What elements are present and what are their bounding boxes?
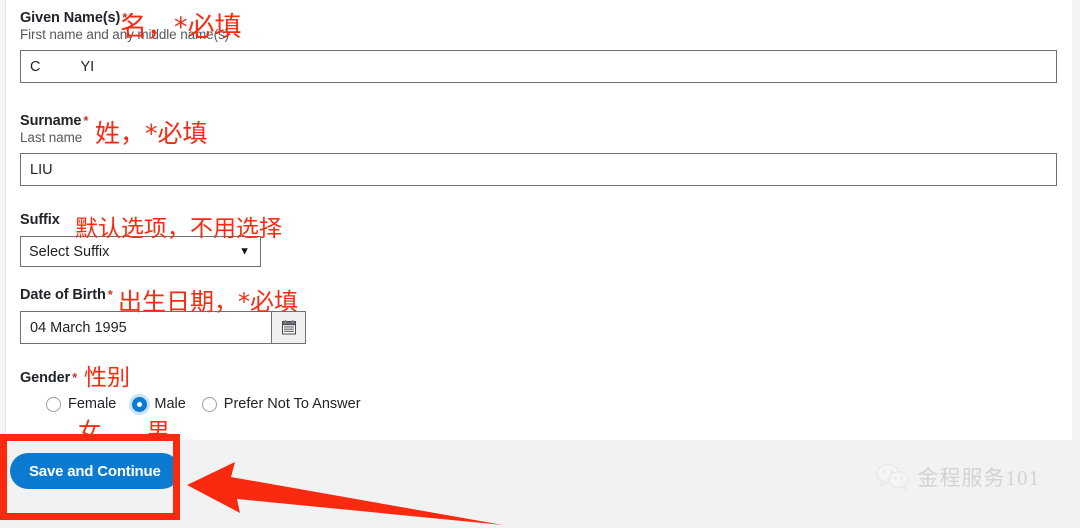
field-suffix: Suffix Select Suffix ▼: [20, 212, 261, 267]
gender-option-male[interactable]: Male: [132, 396, 186, 412]
surname-label-row: Surname *: [20, 113, 1057, 129]
given-name-label-row: Given Name(s) *: [20, 10, 1057, 26]
suffix-select-value: Select Suffix: [29, 243, 110, 260]
suffix-select[interactable]: Select Suffix ▼: [20, 236, 261, 267]
dob-label: Date of Birth: [20, 287, 106, 303]
form-page: Given Name(s) * First name and any middl…: [0, 0, 1080, 528]
radio-checked-icon: [132, 396, 148, 412]
watermark: 金程服务101: [875, 462, 1041, 492]
dob-required-star: *: [107, 287, 113, 302]
watermark-text: 金程服务101: [917, 466, 1040, 490]
form-area: Given Name(s) * First name and any middl…: [6, 0, 1072, 440]
gender-option-female[interactable]: Female: [46, 396, 116, 412]
surname-input[interactable]: [20, 153, 1057, 186]
suffix-label: Suffix: [20, 212, 60, 228]
gender-option-prefer-label: Prefer Not To Answer: [223, 396, 361, 412]
field-given-name: Given Name(s) * First name and any middl…: [20, 10, 1057, 83]
dob-label-row: Date of Birth *: [20, 287, 306, 303]
gender-label-row: Gender *: [20, 370, 377, 386]
save-and-continue-button[interactable]: Save and Continue: [10, 453, 180, 489]
given-name-label: Given Name(s): [20, 10, 121, 26]
calendar-picker-button[interactable]: [272, 311, 306, 344]
field-date-of-birth: Date of Birth *: [20, 287, 306, 344]
gender-label: Gender: [20, 370, 71, 386]
gender-option-female-label: Female: [68, 396, 117, 412]
suffix-label-row: Suffix: [20, 212, 261, 228]
given-name-sublabel: First name and any middle name(s): [20, 27, 230, 42]
chevron-down-icon: ▼: [239, 245, 250, 257]
given-name-required-star: *: [122, 10, 128, 25]
right-gutter: [1071, 0, 1080, 440]
surname-sublabel: Last name: [20, 130, 83, 145]
radio-unchecked-icon: [201, 396, 217, 412]
surname-required-star: *: [83, 113, 89, 128]
gender-option-male-label: Male: [154, 396, 186, 412]
gender-required-star: *: [72, 370, 78, 385]
field-surname: Surname * Last name: [20, 113, 1057, 186]
surname-label: Surname: [20, 113, 82, 129]
gender-option-prefer-not-to-answer[interactable]: Prefer Not To Answer: [201, 396, 361, 412]
given-name-input[interactable]: [20, 50, 1057, 83]
calendar-icon: [281, 320, 296, 335]
dob-input[interactable]: [20, 311, 272, 344]
wechat-icon: [875, 463, 909, 491]
dob-input-group: [20, 311, 306, 344]
gender-radio-group: Female Male Prefer Not To Answer: [46, 396, 377, 412]
radio-unchecked-icon: [46, 396, 61, 412]
field-gender: Gender * Female Male Prefer Not To Answe…: [20, 370, 377, 412]
